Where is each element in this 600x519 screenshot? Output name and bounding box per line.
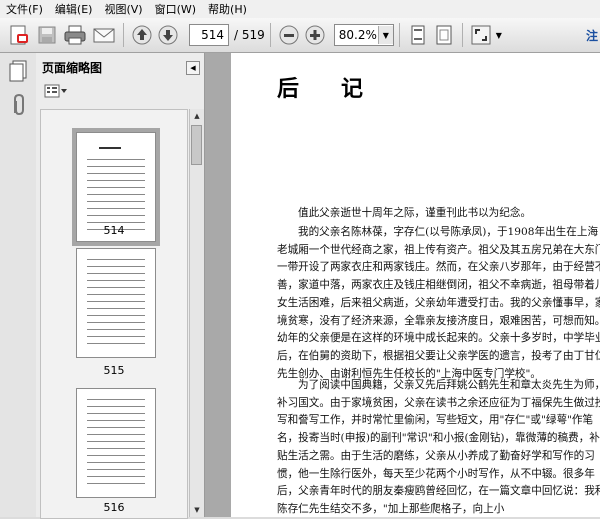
body-paragraph: 值此父亲逝世十周年之际，谨重刊此书以为纪念。: [298, 207, 532, 219]
scroll-up-icon[interactable]: ▲: [190, 109, 204, 123]
navigation-strip: [0, 53, 37, 517]
toolbar-separator: [269, 23, 271, 47]
create-pdf-icon[interactable]: [4, 22, 34, 48]
fit-page-icon[interactable]: [431, 22, 457, 48]
page-thumbnail[interactable]: [76, 248, 156, 358]
menu-file[interactable]: 文件(F): [0, 1, 49, 17]
next-page-icon[interactable]: [155, 22, 181, 48]
page-thumbnails-icon[interactable]: [8, 59, 28, 86]
collapse-panel-icon[interactable]: ◀: [186, 61, 200, 75]
page-total: / 519: [234, 28, 265, 42]
options-menu-icon[interactable]: [44, 84, 68, 101]
zoom-value: 80.2%: [338, 28, 377, 42]
thumbnail-label: 514: [103, 224, 125, 237]
chevron-down-icon[interactable]: ▼: [496, 31, 502, 40]
body-paragraph: 我的父亲名陈林葆，字存仁(以号陈承凤)，于1908年出生在上海老城厢一个世代经商…: [277, 226, 600, 380]
document-view[interactable]: 后记 值此父亲逝世十周年之际，谨重刊此书以为纪念。 我的父亲名陈林葆，字存仁(以…: [205, 53, 600, 517]
panel-options-bar: [36, 81, 204, 103]
menu-bar: 文件(F) 编辑(E) 视图(V) 窗口(W) 帮助(H): [0, 0, 600, 18]
page-thumbnail[interactable]: [76, 388, 156, 498]
thumbnail-list: 514 515 516: [40, 109, 188, 519]
chevron-down-icon[interactable]: ▼: [377, 26, 393, 44]
toolbar-separator: [123, 23, 124, 47]
attachment-icon[interactable]: [9, 93, 27, 120]
scroll-down-icon[interactable]: ▼: [190, 503, 204, 517]
toolbar: 514 / 519 80.2% ▼ ▼ 注: [0, 18, 600, 53]
menu-view[interactable]: 视图(V): [98, 1, 148, 17]
save-icon[interactable]: [34, 22, 60, 48]
thumbnail-label: 515: [103, 364, 125, 377]
toolbar-separator: [461, 23, 463, 47]
menu-help[interactable]: 帮助(H): [202, 1, 253, 17]
scrollbar-thumb[interactable]: [191, 125, 202, 165]
thumbnail-scrollbar[interactable]: ▲ ▼: [189, 109, 204, 517]
body-paragraph: 为了阅读中国典籍，父亲又先后拜姚公鹤先生和章太炎先生为师，补习国文。由于家境贫困…: [277, 379, 600, 515]
note-link[interactable]: 注: [586, 27, 598, 44]
menu-edit[interactable]: 编辑(E): [49, 1, 99, 17]
toolbar-separator: [398, 23, 400, 47]
prev-page-icon[interactable]: [129, 22, 155, 48]
thumbnail-label: 516: [103, 501, 125, 514]
document-page: 后记 值此父亲逝世十周年之际，谨重刊此书以为纪念。 我的父亲名陈林葆，字存仁(以…: [231, 53, 600, 517]
fullscreen-icon[interactable]: [468, 22, 494, 48]
panel-title: 页面缩略图: [42, 60, 103, 75]
page-number-input[interactable]: 514: [189, 24, 229, 46]
zoom-select[interactable]: 80.2% ▼: [333, 24, 394, 46]
thumbnails-panel: 页面缩略图 ◀ 514 515 516 ▲ ▼: [36, 53, 205, 519]
page-heading: 后记: [277, 76, 406, 102]
zoom-in-icon[interactable]: [302, 22, 328, 48]
zoom-out-icon[interactable]: [276, 22, 302, 48]
single-page-icon[interactable]: [405, 22, 431, 48]
menu-window[interactable]: 窗口(W): [149, 1, 202, 17]
print-icon[interactable]: [60, 22, 90, 48]
email-icon[interactable]: [90, 22, 118, 48]
